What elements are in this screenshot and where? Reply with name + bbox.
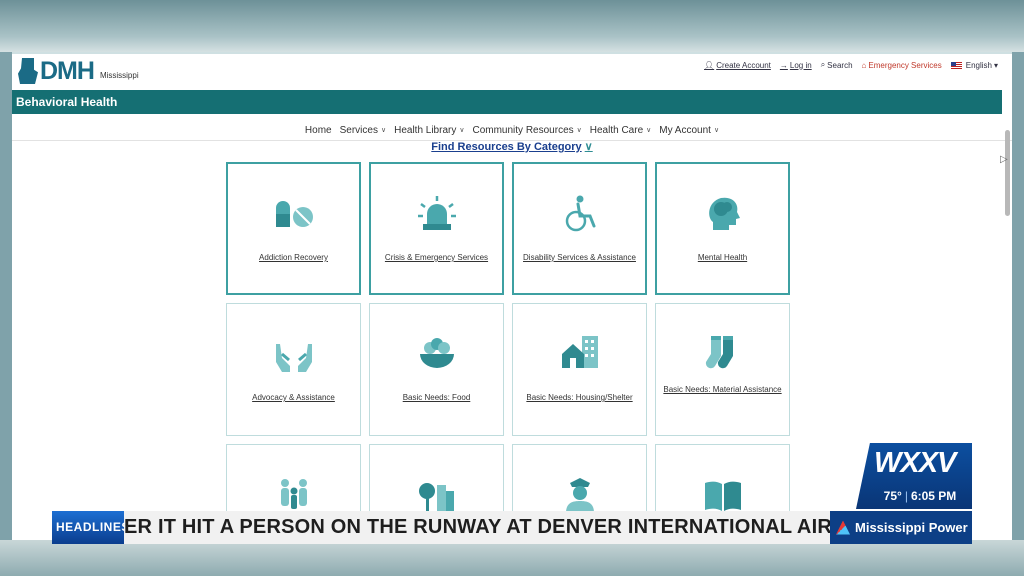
search-label: Search (827, 60, 853, 70)
brain-head-icon (708, 197, 740, 230)
user-plus-icon: 👤︎ (704, 60, 715, 70)
category-card-advocacy[interactable]: Advocacy & Assistance (226, 303, 361, 436)
nav-services-label: Services (339, 124, 378, 136)
sponsor-name: Mississippi Power (855, 520, 968, 535)
helping-hands-icon (275, 344, 312, 372)
search-icon: ⌕ (820, 60, 826, 69)
login-icon: → (779, 60, 788, 70)
category-card-material-assistance[interactable]: Basic Needs: Material Assistance (655, 303, 790, 436)
emergency-icon: ⌂ (861, 60, 867, 70)
logo-text: DMH (40, 57, 95, 85)
emergency-label: Emergency Services (868, 60, 942, 70)
nav-my-account[interactable]: My Account ∨ (659, 122, 719, 138)
create-account-label: Create Account (716, 60, 771, 70)
find-resources-toggle[interactable]: Find Resources By Category ∨ (12, 140, 1012, 153)
sponsor-badge: Mississippi Power (830, 511, 972, 544)
main-nav: Home Services ∨ Health Library ∨ Community… (12, 122, 1012, 138)
nav-home[interactable]: Home (305, 122, 332, 138)
dmh-logo[interactable]: DMH Mississippi (18, 58, 139, 84)
nav-community-resources-label: Community Resources (472, 124, 574, 136)
category-card-mental-health[interactable]: Mental Health (655, 162, 790, 295)
chevron-down-icon: ∨ (646, 127, 652, 134)
section-banner: Behavioral Health (12, 90, 1002, 114)
separator: | (904, 489, 908, 503)
category-label: Basic Needs: Material Assistance (663, 385, 782, 394)
category-label: Basic Needs: Housing/Shelter (526, 393, 633, 402)
site-header: DMH Mississippi 👤︎ Create Account → Log … (12, 54, 1012, 90)
food-bowl-icon (419, 338, 454, 368)
temperature: 75° (883, 489, 902, 503)
website: DMH Mississippi 👤︎ Create Account → Log … (12, 52, 1012, 542)
mississippi-state-icon (18, 58, 38, 84)
category-card-crisis-emergency[interactable]: Crisis & Emergency Services (369, 162, 504, 295)
tv-backdrop-bottom (0, 540, 1024, 576)
category-label: Addiction Recovery (259, 253, 328, 262)
station-call-sign: WXXV (874, 447, 956, 479)
category-label: Mental Health (697, 253, 748, 262)
siren-icon (417, 196, 456, 230)
wheelchair-icon (565, 195, 595, 232)
emergency-services-link[interactable]: ⌂ Emergency Services (862, 61, 942, 70)
nav-community-resources[interactable]: Community Resources ∨ (472, 122, 581, 138)
category-label: Basic Needs: Food (402, 393, 471, 402)
nav-health-care[interactable]: Health Care ∨ (590, 122, 651, 138)
category-card-housing[interactable]: Basic Needs: Housing/Shelter (512, 303, 647, 436)
chevron-down-icon: ▾ (993, 60, 998, 70)
chevron-down-icon: ∨ (380, 127, 387, 134)
utility-links: 👤︎ Create Account → Log in ⌕ Search ⌂ Em… (704, 60, 998, 70)
station-bug: WXXV 75° | 6:05 PM (856, 443, 972, 509)
category-label: Disability Services & Assistance (523, 253, 636, 262)
nav-home-label: Home (304, 124, 332, 136)
nav-health-library-label: Health Library (394, 124, 457, 136)
category-card-food[interactable]: Basic Needs: Food (369, 303, 504, 436)
language-select[interactable]: English ▾ (950, 60, 998, 70)
tv-backdrop-top (0, 0, 1024, 52)
category-label: Crisis & Emergency Services (384, 253, 489, 262)
us-flag-icon (950, 61, 962, 69)
category-grid: Addiction Recovery Crisis & Emergency Se… (226, 162, 790, 542)
mouse-cursor-icon: ▷ (1000, 154, 1008, 165)
chevron-down-icon: ∨ (576, 127, 582, 134)
house-icon (561, 336, 598, 368)
log-in-link[interactable]: → Log in (780, 61, 812, 70)
chevron-down-icon: ∨ (459, 127, 465, 134)
nav-my-account-label: My Account (659, 124, 711, 136)
language-label: English (965, 60, 992, 70)
nav-services[interactable]: Services ∨ (340, 122, 386, 138)
search-link[interactable]: ⌕ Search (821, 60, 853, 70)
clock-time: 6:05 PM (910, 489, 957, 503)
nav-health-care-label: Health Care (589, 124, 644, 136)
create-account-link[interactable]: 👤︎ Create Account (704, 61, 771, 70)
find-resources-label: Find Resources By Category (431, 141, 582, 153)
chevron-down-icon: ∨ (584, 141, 593, 153)
ticker-text: ER IT HIT A PERSON ON THE RUNWAY AT DENV… (124, 516, 830, 538)
headlines-label: HEADLINES (52, 511, 129, 544)
category-card-addiction-recovery[interactable]: Addiction Recovery (226, 162, 361, 295)
mississippi-power-logo-icon (836, 520, 850, 535)
page-scrollbar[interactable] (1005, 130, 1010, 216)
nav-health-library[interactable]: Health Library ∨ (394, 122, 464, 138)
category-card-disability-services[interactable]: Disability Services & Assistance (512, 162, 647, 295)
category-label: Advocacy & Assistance (252, 393, 335, 402)
socks-icon (705, 336, 733, 369)
news-ticker: HEADLINES ER IT HIT A PERSON ON THE RUNW… (52, 511, 972, 544)
chevron-down-icon: ∨ (713, 127, 720, 134)
pills-icon (275, 201, 313, 227)
weather-time-readout: 75° | 6:05 PM (870, 489, 970, 503)
logo-state: Mississippi (99, 71, 139, 80)
log-in-label: Log in (789, 60, 812, 70)
